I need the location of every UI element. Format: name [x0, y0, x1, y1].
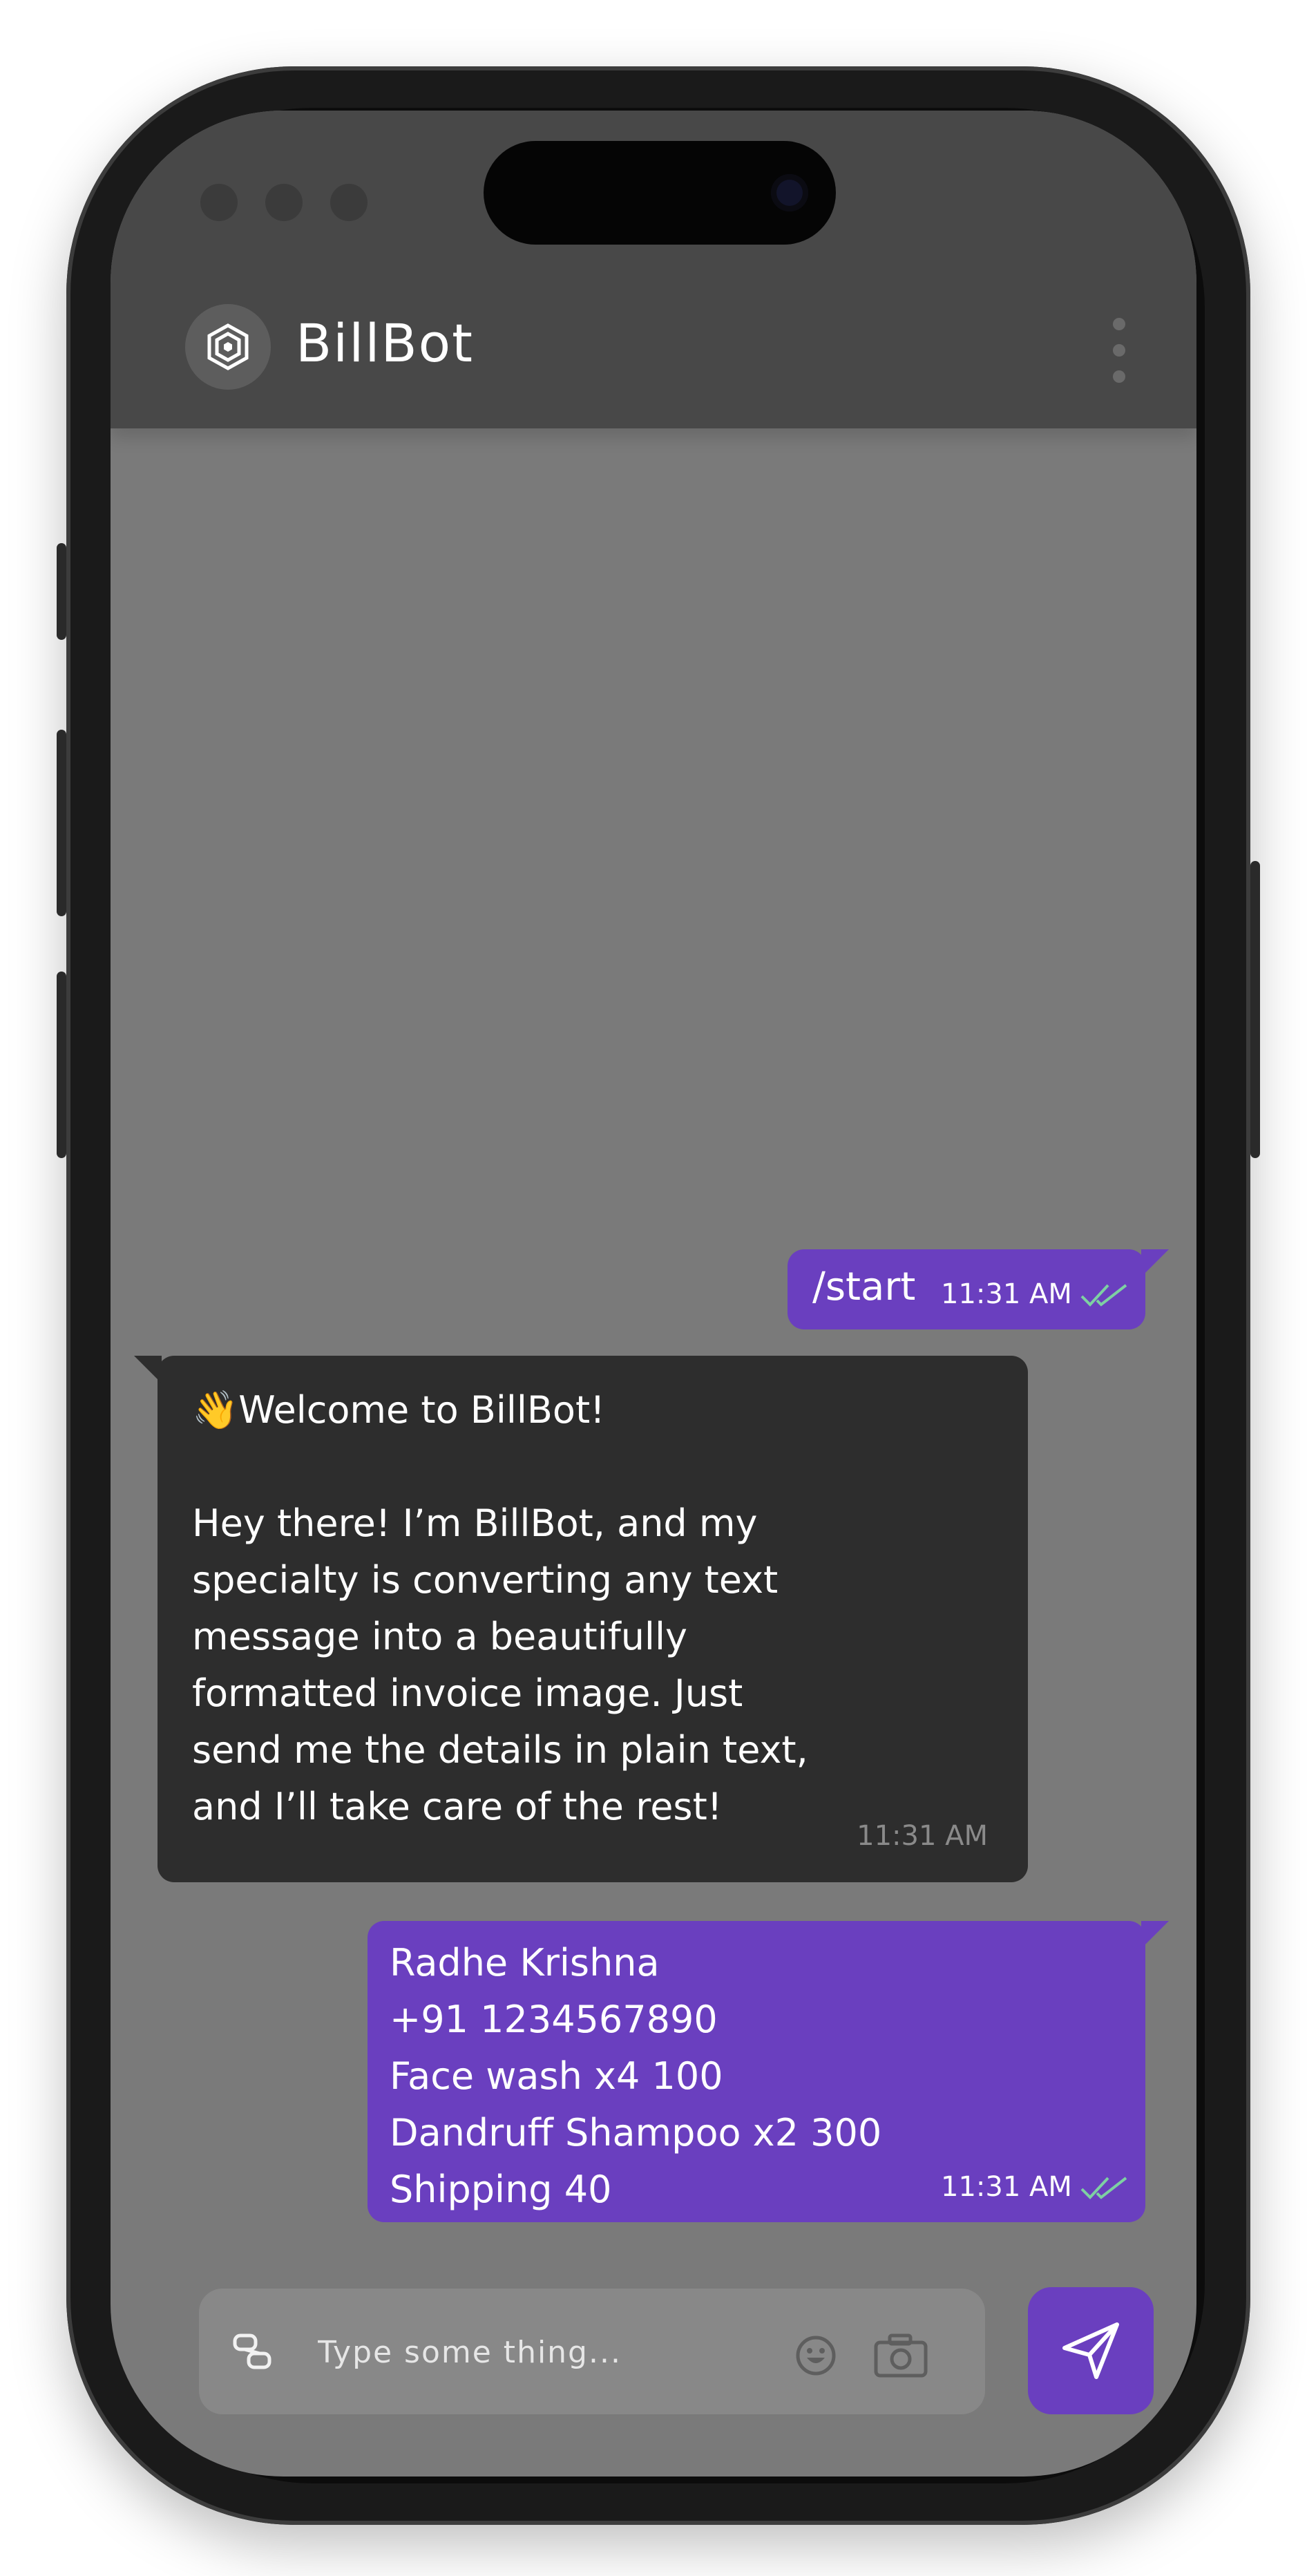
message-time: 11:31 AM — [857, 1820, 988, 1852]
message-line: send me the details in plain text, — [192, 1728, 808, 1772]
message-time: 11:31 AM — [941, 2171, 1072, 2203]
message-time: 11:31 AM — [941, 1278, 1072, 1310]
phone-screen: BillBot /start 11:31 AM 👋Welcome to Bill… — [111, 111, 1196, 2476]
window-dots — [200, 184, 368, 221]
double-check-icon — [1080, 1284, 1127, 1307]
smiley-icon[interactable] — [794, 2334, 837, 2377]
side-button-right — [1250, 861, 1260, 1158]
side-button-left-2 — [57, 730, 66, 916]
side-button-left-3 — [57, 972, 66, 1158]
dynamic-island — [484, 141, 836, 245]
dot — [330, 184, 368, 221]
user-message-bubble: /start 11:31 AM — [788, 1249, 1169, 1329]
user-message-bubble: Radhe Krishna +91 1234567890 Face wash x… — [368, 1921, 1169, 2222]
hexagon-logo-icon[interactable] — [185, 304, 271, 390]
dot — [200, 184, 238, 221]
waving-hand-emoji: 👋 — [192, 1388, 239, 1432]
link-icon[interactable] — [231, 2330, 274, 2373]
message-line: and I’ll take care of the rest! — [192, 1785, 723, 1828]
message-line: Radhe Krishna — [390, 1941, 660, 1985]
message-line: formatted invoice image. Just — [192, 1671, 743, 1715]
bubble-tail — [1141, 1921, 1169, 1949]
message-line: Welcome to BillBot! — [238, 1388, 605, 1432]
double-check-icon — [1080, 2177, 1127, 2199]
message-line: Shipping 40 — [390, 2168, 612, 2211]
bubble-tail — [134, 1356, 162, 1383]
send-paper-plane-icon — [1062, 2322, 1119, 2379]
bubble-tail — [1141, 1249, 1169, 1277]
message-text: /start — [812, 1265, 916, 1309]
side-button-left-1 — [57, 543, 66, 640]
app-title: BillBot — [296, 312, 474, 374]
message-input[interactable] — [316, 2329, 761, 2376]
message-line: message into a beautifully — [192, 1615, 687, 1658]
message-composer — [199, 2289, 985, 2414]
dot — [265, 184, 303, 221]
message-text: 👋Welcome to BillBot! Hey there! I’m Bill… — [192, 1382, 883, 1835]
message-text: Radhe Krishna +91 1234567890 Face wash x… — [390, 1935, 881, 2218]
bot-message-bubble: 👋Welcome to BillBot! Hey there! I’m Bill… — [134, 1356, 1028, 1882]
camera-icon[interactable] — [873, 2333, 928, 2378]
message-line: Dandruff Shampoo x2 300 — [390, 2111, 882, 2154]
message-line: Face wash x4 100 — [390, 2054, 723, 2098]
send-button[interactable] — [1028, 2287, 1154, 2414]
kebab-menu-icon[interactable] — [1105, 318, 1133, 394]
message-line: +91 1234567890 — [390, 1998, 718, 2041]
message-line: Hey there! I’m BillBot, and my — [192, 1502, 758, 1545]
message-line: specialty is converting any text — [192, 1558, 779, 1602]
front-camera-icon — [771, 174, 808, 211]
chat-header: BillBot — [111, 111, 1196, 428]
